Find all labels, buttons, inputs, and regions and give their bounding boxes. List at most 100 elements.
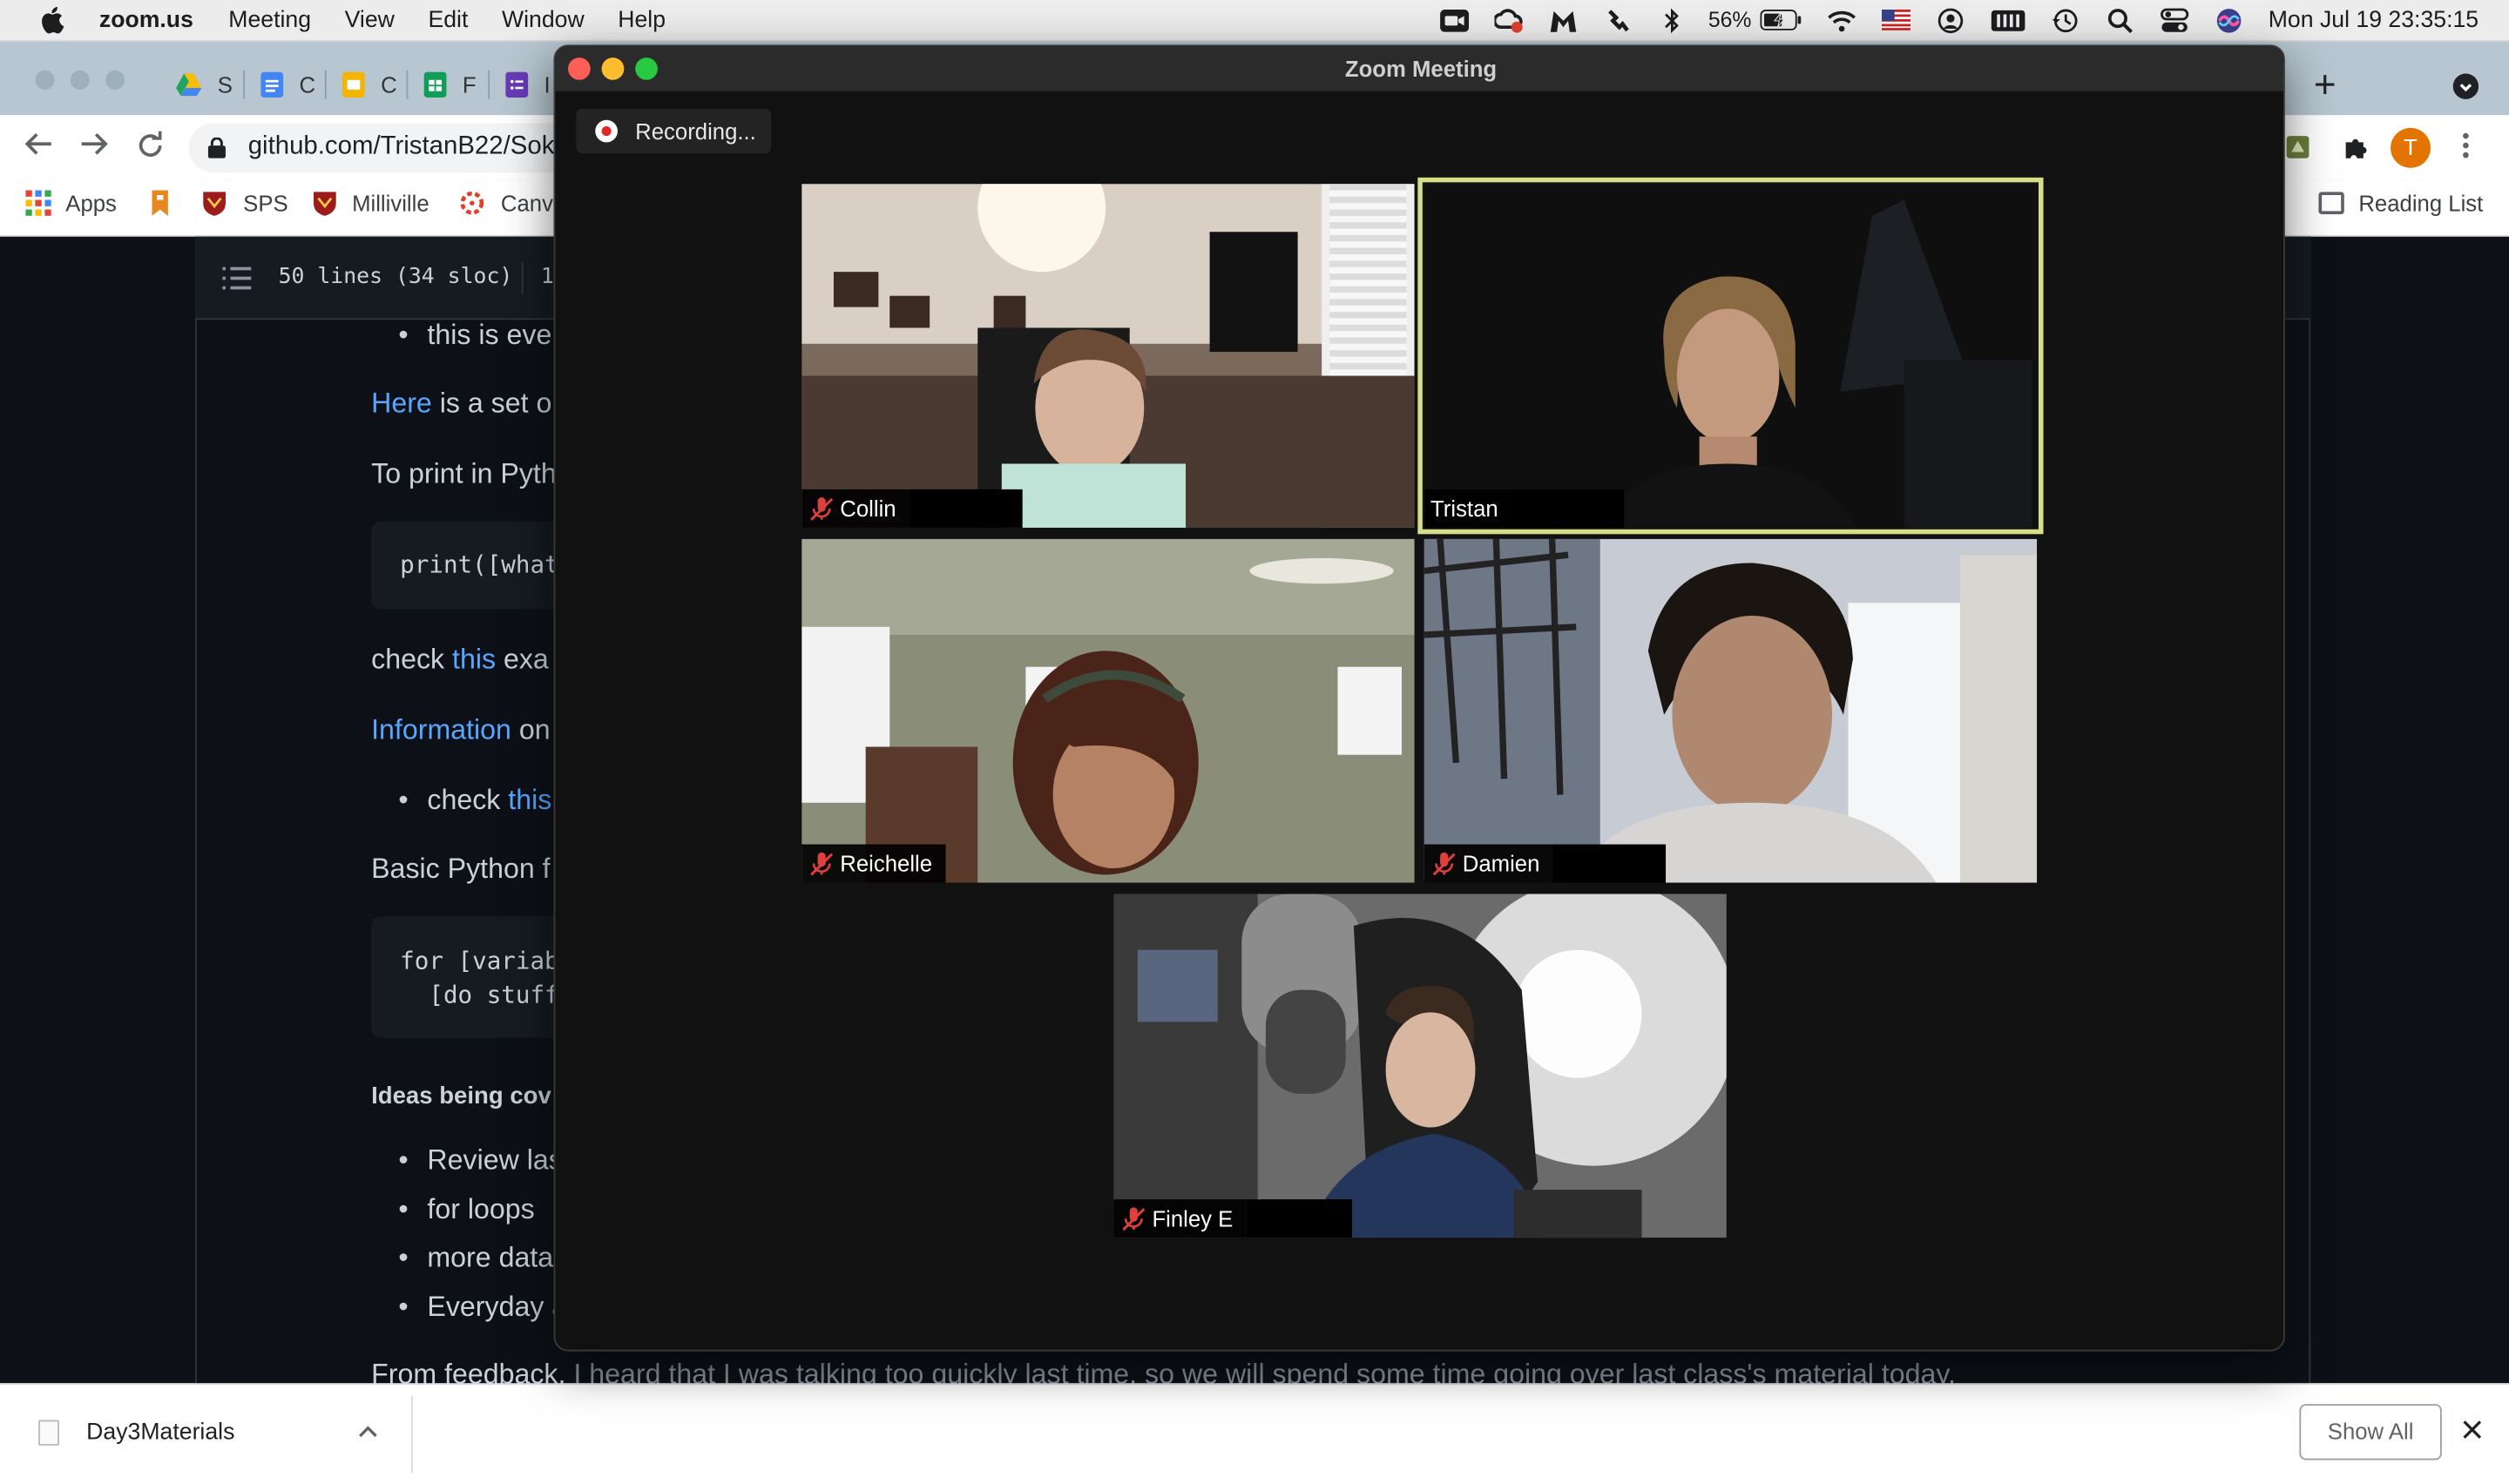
google-sheets-icon[interactable] — [423, 71, 448, 98]
canvas-icon[interactable] — [459, 191, 484, 216]
menu-meeting[interactable]: Meeting — [228, 7, 311, 32]
recording-label: Recording... — [635, 118, 756, 145]
mouse-utility-icon[interactable] — [1603, 7, 1632, 32]
profile-avatar[interactable]: T — [2391, 127, 2431, 168]
reading-list-button[interactable]: Reading List — [2358, 191, 2483, 216]
user-account-icon[interactable] — [1936, 7, 1965, 33]
google-forms-icon[interactable] — [504, 71, 530, 98]
browser-menu-button[interactable] — [2461, 132, 2471, 168]
malwarebytes-icon[interactable] — [1548, 7, 1577, 32]
file-icon — [38, 1420, 59, 1446]
mic-muted-icon — [1432, 852, 1456, 876]
outline-list-icon[interactable] — [222, 266, 252, 291]
tab-title-5[interactable]: I — [544, 72, 550, 98]
show-all-button[interactable]: Show All — [2299, 1404, 2442, 1460]
bookmark-sps[interactable]: SPS — [243, 191, 287, 216]
menu-view[interactable]: View — [345, 7, 395, 32]
chevron-up-icon — [359, 1426, 377, 1438]
google-docs-icon[interactable] — [260, 71, 285, 98]
name-label: Reichelle — [801, 844, 945, 883]
redacted-surname — [1246, 1199, 1352, 1238]
reload-button[interactable] — [136, 131, 165, 170]
section-heading: Ideas being cov — [371, 1083, 551, 1110]
download-item[interactable]: Day3Materials — [86, 1420, 234, 1446]
shield-crest-icon[interactable] — [312, 191, 337, 216]
participant-name: Damien — [1462, 850, 1540, 877]
apps-grid-icon[interactable] — [25, 190, 51, 216]
bookmark-milliville[interactable]: Milliville — [352, 191, 429, 216]
shield-crest-icon[interactable] — [201, 191, 227, 216]
lock-icon[interactable] — [207, 137, 226, 159]
reading-list-icon[interactable] — [2318, 192, 2344, 215]
menu-window[interactable]: Window — [502, 7, 585, 32]
tab-search-button[interactable] — [2452, 73, 2479, 99]
participant-tile-damien[interactable]: Damien — [1424, 538, 2038, 883]
zoom-title-bar[interactable]: Zoom Meeting — [555, 46, 2284, 91]
browser-close-button[interactable] — [35, 70, 55, 90]
browser-minimize-button[interactable] — [70, 70, 90, 90]
forward-button[interactable] — [80, 132, 109, 166]
spotlight-search-icon[interactable] — [2105, 7, 2134, 33]
redacted-surname — [909, 489, 1023, 528]
battery-icon[interactable] — [1759, 7, 1802, 32]
creative-cloud-icon[interactable] — [1493, 7, 1523, 32]
control-center-icon[interactable] — [2160, 7, 2188, 32]
download-options-button[interactable] — [358, 1417, 377, 1442]
bookmark-canvas[interactable]: Canv — [501, 191, 553, 216]
here-link[interactable]: Here — [371, 387, 432, 419]
download-divider — [411, 1396, 413, 1474]
extension-icon[interactable] — [2285, 134, 2310, 159]
participant-name-tag: Reichelle — [801, 844, 945, 883]
app-name-menu[interactable]: zoom.us — [99, 7, 193, 32]
redacted-surname — [1552, 844, 1667, 883]
menu-edit[interactable]: Edit — [428, 7, 468, 32]
recording-indicator[interactable]: Recording... — [576, 108, 772, 154]
time-machine-icon[interactable] — [2051, 7, 2080, 32]
tab-title-2[interactable]: C — [299, 72, 315, 98]
paragraph-text: on — [511, 712, 551, 745]
wifi-icon[interactable] — [1827, 7, 1856, 32]
redacted-surname — [1511, 489, 1625, 528]
tab-title-1[interactable]: S — [218, 72, 233, 98]
participant-tile-tristan[interactable]: Tristan — [1417, 177, 2044, 535]
url-text[interactable]: github.com/TristanB22/Sok — [248, 132, 555, 161]
new-tab-button[interactable]: + — [2314, 64, 2337, 108]
this-link[interactable]: this — [508, 784, 551, 816]
apple-icon[interactable] — [38, 6, 64, 34]
tab-title-3[interactable]: C — [381, 72, 397, 98]
name-label: Tristan — [1424, 489, 1511, 528]
paragraph-information: Information on — [371, 713, 550, 747]
zoom-status-icon[interactable] — [1439, 7, 1469, 32]
paragraph-text: is a set o — [431, 387, 552, 420]
google-drive-icon[interactable] — [176, 72, 202, 98]
close-downloads-button[interactable] — [2463, 1413, 2482, 1447]
bookmark-tag-icon[interactable] — [147, 190, 172, 216]
puzzle-piece-icon[interactable] — [2341, 134, 2370, 163]
participant-tile-finley[interactable]: Finley E — [1113, 894, 1727, 1238]
memory-monitor-icon[interactable] — [1990, 7, 2025, 32]
menu-clock[interactable]: Mon Jul 19 23:35:15 — [2269, 7, 2479, 32]
arrow-left-icon — [24, 132, 51, 155]
siri-icon[interactable] — [2214, 7, 2242, 32]
kebab-menu-icon — [2463, 132, 2469, 159]
participant-tile-collin[interactable]: Collin — [801, 184, 1415, 528]
name-label: Finley E — [1113, 1199, 1247, 1238]
back-button[interactable] — [24, 132, 53, 166]
this-link[interactable]: this — [452, 643, 496, 675]
bluetooth-icon[interactable] — [1657, 7, 1686, 33]
menu-help[interactable]: Help — [618, 7, 666, 32]
tab-title-4[interactable]: F — [463, 72, 477, 98]
tab-divider — [324, 70, 327, 99]
list-item: this is eve — [398, 318, 551, 352]
paragraph-print: To print in Pyth — [371, 457, 557, 489]
information-link[interactable]: Information — [371, 713, 511, 745]
participant-name: Collin — [840, 496, 896, 522]
us-flag-input-icon[interactable] — [1881, 7, 1910, 32]
list-item: check this — [398, 784, 551, 818]
google-slides-icon[interactable] — [341, 71, 366, 98]
bookmark-apps[interactable]: Apps — [65, 191, 117, 216]
code-line: for [variab — [400, 947, 559, 976]
participant-tile-reichelle[interactable]: Reichelle — [801, 538, 1415, 883]
paragraph-text: exa — [496, 643, 549, 675]
browser-zoom-button[interactable] — [105, 70, 125, 90]
